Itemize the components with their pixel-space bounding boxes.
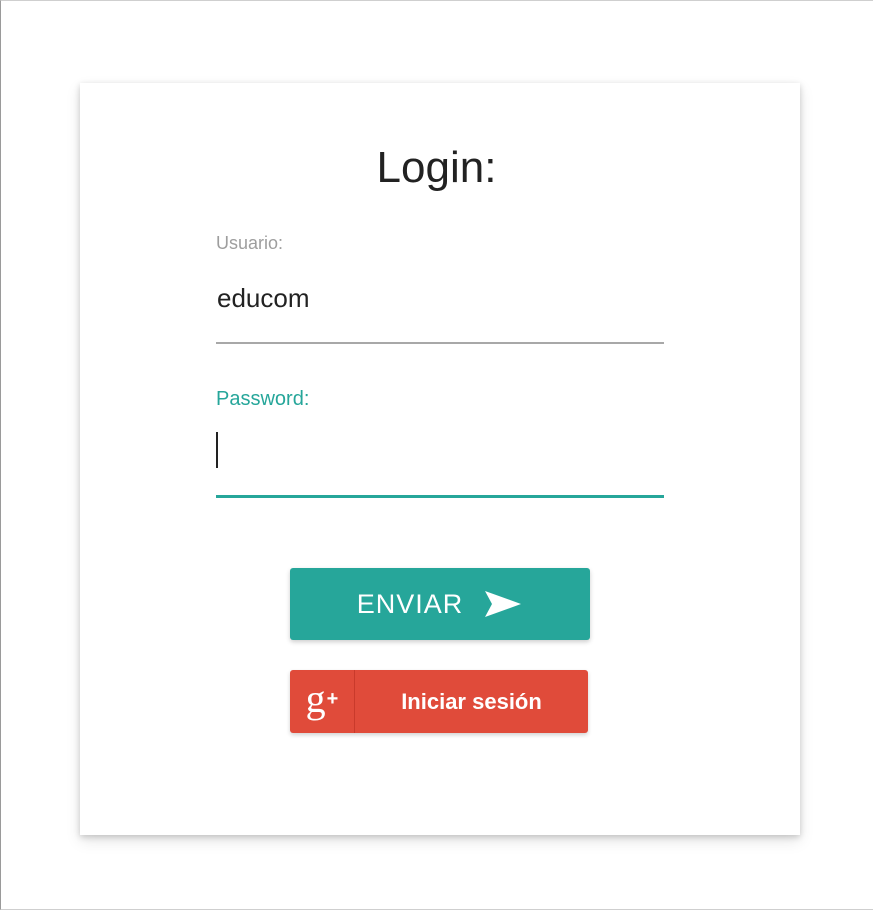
username-label: Usuario: (216, 233, 284, 253)
google-plus-icon: g + (290, 670, 355, 733)
password-underline (216, 495, 664, 498)
google-plus-sign: + (326, 688, 339, 710)
password-label: Password: (216, 388, 310, 410)
send-icon (483, 589, 523, 619)
google-signin-label: Iniciar sesión (401, 688, 542, 714)
google-plus-g: g (305, 675, 326, 721)
send-button[interactable]: ENVIAR (290, 568, 590, 640)
google-signin-button[interactable]: g + Iniciar sesión (290, 670, 588, 733)
page-title: Login: (376, 143, 497, 192)
username-input[interactable]: educom (217, 283, 310, 314)
send-button-label: ENVIAR (356, 588, 464, 619)
username-underline (216, 342, 664, 344)
password-input[interactable] (216, 432, 218, 468)
